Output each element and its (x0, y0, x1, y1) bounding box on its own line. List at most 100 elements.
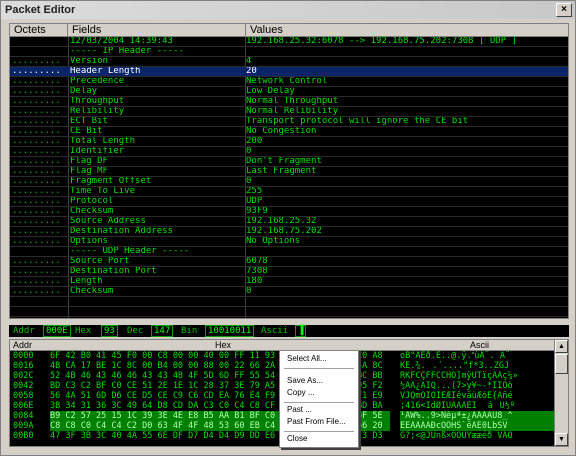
menu-item-past-from-file[interactable]: Past From File... (280, 416, 358, 428)
addr-label: Addr (13, 326, 35, 336)
field-row[interactable]: ......... Source Port 6078 (10, 257, 568, 267)
field-row[interactable]: ......... Fragment Offset 0 (10, 177, 568, 187)
field-row[interactable]: ......... Flag DF Don't Fragment (10, 157, 568, 167)
bin-value: 10010011 (205, 325, 255, 337)
field-row[interactable]: ----- IP Header ----- (10, 47, 568, 57)
field-value: 20 (246, 67, 257, 76)
field-octets: ......... (12, 77, 61, 86)
hex-ascii: oB°AEð.È..@.ÿ.ùÀ¨. À¨ (400, 351, 511, 361)
field-name: Header Length (70, 67, 141, 76)
hex-ascii: KÊ.¾..´...."f*3..ZGJ (400, 361, 516, 371)
field-octets: ......... (12, 87, 61, 96)
field-row[interactable]: ......... Options No Options (10, 237, 568, 247)
context-menu: Select All... Save As... Copy ... Past .… (279, 350, 359, 448)
field-octets: ......... (12, 57, 61, 66)
hex-scrollbar[interactable]: ▲ ▼ (554, 340, 568, 446)
menu-item-past[interactable]: Past ... (280, 404, 358, 416)
field-row[interactable] (10, 317, 568, 318)
field-value: Last Fragment (246, 167, 317, 176)
hex-value: 93 (101, 325, 118, 337)
field-name: Precedence (70, 77, 125, 86)
menu-item-select-all[interactable]: Select All... (280, 353, 358, 365)
field-row[interactable]: ......... Checksum 0 (10, 287, 568, 297)
field-value: Low Delay (246, 87, 295, 96)
field-row[interactable]: ......... Time To Live 255 (10, 187, 568, 197)
field-row[interactable]: ......... Source Address 192.168.25.32 (10, 217, 568, 227)
field-octets: ......... (12, 157, 61, 166)
dec-label: Dec (127, 326, 144, 336)
menu-separator (284, 431, 354, 432)
column-header-octets[interactable]: Octets (10, 24, 68, 37)
field-row[interactable]: ......... Destination Address 192.168.75.2… (10, 227, 568, 237)
field-name: ECT Bit (70, 117, 108, 126)
menu-separator (284, 368, 354, 369)
column-header-values[interactable]: Values (246, 24, 568, 37)
field-value: Normal Relibility (246, 107, 339, 116)
field-octets: ......... (12, 287, 61, 296)
field-row[interactable]: ......... Length 180 (10, 277, 568, 287)
field-name: CE Bit (70, 127, 103, 136)
field-row[interactable] (10, 307, 568, 317)
field-value: 0 (246, 287, 252, 296)
hex-ascii: RKFCÇFFCCHO]mÿUTïçÄÄç¼» (400, 371, 525, 381)
field-octets: ......... (12, 277, 61, 286)
scroll-down-icon[interactable]: ▼ (555, 433, 568, 446)
field-octets: ......... (12, 227, 61, 236)
menu-separator (284, 402, 354, 403)
field-row[interactable]: ......... Identifier 0 (10, 147, 568, 157)
field-value: Transport protocol will ignore the CE bi… (246, 117, 469, 126)
field-name: Checksum (70, 207, 114, 216)
field-octets: ......... (12, 67, 61, 76)
field-octets: ......... (12, 127, 61, 136)
field-value: Don't Fragment (246, 157, 322, 166)
close-icon[interactable]: × (556, 3, 572, 17)
hex-address: 0016 (13, 361, 34, 371)
field-row[interactable]: ......... Flag MF Last Fragment (10, 167, 568, 177)
field-name: Identifier (70, 147, 125, 156)
field-value: 200 (246, 137, 263, 146)
field-octets: ......... (12, 267, 61, 276)
field-name: Length (70, 277, 103, 286)
field-value: 7308 (246, 267, 268, 276)
hex-column-hex: Hex (215, 340, 232, 350)
hex-address: 0042 (13, 381, 34, 391)
field-name: Time To Live (70, 187, 136, 196)
menu-item-copy[interactable]: Copy ... (280, 387, 358, 399)
scroll-thumb[interactable] (555, 354, 568, 374)
scroll-up-icon[interactable]: ▲ (555, 340, 568, 353)
field-row[interactable]: ......... Version 4 (10, 57, 568, 67)
menu-item-close[interactable]: Close (280, 433, 358, 445)
hex-address: 00B0 (13, 431, 34, 441)
field-name: Checksum (70, 287, 114, 296)
field-row[interactable]: ......... Throughput Normal Throughput (10, 97, 568, 107)
hex-column-ascii: Ascii (470, 340, 490, 350)
field-row[interactable]: ......... Header Length 20 (10, 67, 568, 77)
field-row[interactable]: ......... Relibility Normal Relibility (10, 107, 568, 117)
menu-item-save-as[interactable]: Save As... (280, 375, 358, 387)
field-row[interactable]: 12/03/2004 14:39:43 192.168.25.32:6078 --… (10, 37, 568, 47)
field-row[interactable]: ......... Destination Port 7308 (10, 267, 568, 277)
field-octets: ......... (12, 207, 61, 216)
field-value: 192.168.75.202 (246, 227, 322, 236)
field-row[interactable]: ----- UDP Header ----- (10, 247, 568, 257)
field-row[interactable]: ......... Precedence Network Control (10, 77, 568, 87)
packet-fields-grid: Octets Fields Values 12/03/2004 14:39:43… (9, 23, 569, 319)
field-octets: ......... (12, 147, 61, 156)
field-row[interactable]: ......... Total Length 200 (10, 137, 568, 147)
field-row[interactable]: ......... CE Bit No Congestion (10, 127, 568, 137)
field-name: Flag MF (70, 167, 108, 176)
field-value: 192.168.25.32:6078 --> 192.168.75.202:73… (246, 37, 517, 46)
field-row[interactable]: ......... ECT Bit Transport protocol will … (10, 117, 568, 127)
field-row[interactable]: ......... Checksum 93F9 (10, 207, 568, 217)
hex-ascii: ¹ÂW%..9>Nèµª±¿ÀÁÂÃÛ8_^ (400, 411, 554, 421)
field-name: 12/03/2004 14:39:43 (70, 37, 173, 46)
field-value: 4 (246, 57, 252, 66)
column-header-fields[interactable]: Fields (68, 24, 246, 37)
field-name: Options (70, 237, 108, 246)
field-value: No Congestion (246, 127, 317, 136)
field-row[interactable]: ......... Delay Low Delay (10, 87, 568, 97)
grid-rows: 12/03/2004 14:39:43 192.168.25.32:6078 --… (10, 37, 568, 318)
field-value: 93F9 (246, 207, 268, 216)
field-row[interactable]: ......... Protocol UDP (10, 197, 568, 207)
field-row[interactable] (10, 297, 568, 307)
